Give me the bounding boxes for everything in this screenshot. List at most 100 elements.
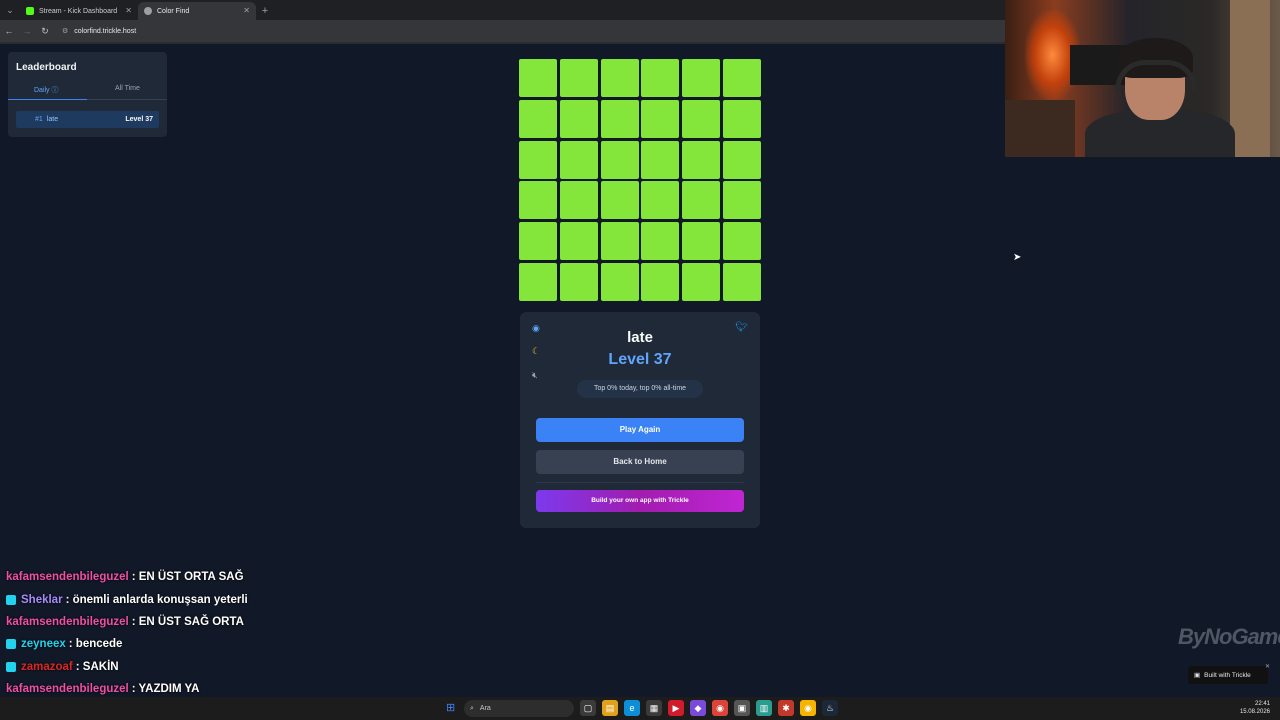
player-level: Level 37 (125, 116, 153, 123)
color-tile[interactable] (559, 262, 598, 301)
color-tile[interactable] (519, 262, 557, 301)
color-tile[interactable] (682, 59, 721, 97)
color-tile[interactable] (519, 59, 557, 97)
color-tile[interactable] (519, 222, 557, 261)
color-tile[interactable] (519, 140, 557, 179)
steam-icon[interactable]: ♨ (822, 700, 838, 716)
search-placeholder: Ara (479, 705, 491, 712)
build-app-button[interactable]: Build your own app with Trickle (536, 490, 744, 512)
color-tile[interactable] (519, 99, 557, 138)
built-with-trickle-badge[interactable]: ▣ Built with Trickle ✕ (1188, 663, 1270, 684)
color-tile[interactable] (641, 222, 680, 261)
close-tab-icon[interactable]: ✕ (243, 6, 250, 15)
webcam-overlay (1005, 0, 1280, 157)
color-tile[interactable] (559, 181, 598, 220)
chat-username[interactable]: kafamsendenbileguzel (6, 616, 129, 628)
color-tile[interactable] (682, 140, 721, 179)
color-tile[interactable] (682, 262, 721, 301)
file-explorer-icon[interactable]: ▤ (602, 700, 618, 716)
color-tile[interactable] (722, 140, 761, 179)
play-again-button[interactable]: Play Again (536, 418, 744, 442)
chrome-icon[interactable]: ◉ (712, 700, 728, 716)
built-with-label: Built with Trickle (1204, 671, 1251, 679)
color-tile[interactable] (641, 262, 680, 301)
color-tile[interactable] (600, 262, 639, 301)
color-tile[interactable] (559, 222, 598, 261)
rank: #1 (35, 116, 43, 123)
mute-icon[interactable]: 🔇︎ (532, 370, 538, 381)
chat-username[interactable]: Sheklar (21, 594, 63, 606)
back-to-home-button[interactable]: Back to Home (536, 450, 744, 474)
divider (0, 42, 1005, 44)
back-arrow-icon[interactable]: ← (0, 26, 18, 36)
leaderboard-title: Leaderboard (16, 62, 77, 73)
color-tile[interactable] (722, 99, 761, 138)
divider (536, 482, 744, 483)
tab-color-find[interactable]: Color Find ✕ (138, 2, 256, 20)
color-tile[interactable] (600, 140, 639, 179)
clock-time: 22:41 (1254, 701, 1270, 707)
chat-username[interactable]: kafamsendenbileguzel (6, 571, 129, 583)
app-icon[interactable]: ▥ (756, 700, 772, 716)
color-tile[interactable] (722, 59, 761, 97)
color-tile[interactable] (600, 222, 639, 261)
chat-message: zeyneex: bencede (6, 633, 486, 655)
media-icon[interactable]: ▶ (668, 700, 684, 716)
color-tile[interactable] (722, 181, 761, 220)
color-tile[interactable] (641, 99, 680, 138)
tab-search-icon[interactable]: ⌄ (0, 0, 20, 20)
color-tile[interactable] (682, 99, 721, 138)
color-tile[interactable] (682, 222, 721, 261)
leaderboard-row[interactable]: #1 late Level 37 (16, 111, 159, 128)
forward-arrow-icon[interactable]: → (18, 26, 36, 36)
url-field[interactable]: ⚙ colorfind.trickle.host (62, 27, 136, 36)
app-icon[interactable]: ✱ (778, 700, 794, 716)
chat-username[interactable]: zeyneex (21, 638, 66, 650)
new-tab-plus-icon[interactable]: + (256, 2, 274, 20)
color-tile[interactable] (641, 181, 680, 220)
webcam-door (1230, 0, 1270, 157)
tab-title: Stream - Kick Dashboard (39, 7, 118, 15)
chat-username[interactable]: kafamsendenbileguzel (6, 683, 129, 695)
tab-daily[interactable]: Daily ⓘ (34, 85, 59, 95)
color-tile[interactable] (559, 99, 598, 138)
close-icon[interactable]: ✕ (1265, 663, 1270, 670)
color-tile[interactable] (641, 59, 680, 97)
windows-taskbar: ⊞ ⌕ Ara ▢ ▤ e ▦ ▶ ◆ ◉ ▣ ▥ ✱ ◉ ♨ 22:41 15… (0, 697, 1280, 720)
color-tile[interactable] (722, 262, 761, 301)
chat-username[interactable]: zamazoaf (21, 661, 73, 673)
chrome-icon[interactable]: ◉ (800, 700, 816, 716)
system-clock[interactable]: 22:41 15.08.2026 (1240, 700, 1270, 716)
close-tab-icon[interactable]: ✕ (125, 6, 132, 15)
app-icon[interactable]: ▣ (734, 700, 750, 716)
color-tile[interactable] (600, 59, 639, 97)
color-tile[interactable] (559, 59, 598, 97)
color-tile[interactable] (641, 140, 680, 179)
globe-favicon-icon (144, 7, 152, 15)
color-tile[interactable] (722, 222, 761, 261)
chat-message: Sheklar: önemli anlarda konuşsan yeterli (6, 588, 486, 610)
task-view-icon[interactable]: ▢ (580, 700, 596, 716)
app-icon[interactable]: ◆ (690, 700, 706, 716)
result-card: ◉ ☾ 🔇︎ 🐦︎ late Level 37 Top 0% today, to… (520, 312, 760, 528)
store-icon[interactable]: ▦ (646, 700, 662, 716)
channel-watermark: ByNoGame (1178, 624, 1280, 649)
color-tile[interactable] (600, 181, 639, 220)
site-info-icon[interactable]: ⚙ (62, 27, 68, 35)
color-tile[interactable] (600, 99, 639, 138)
leaderboard-panel: Leaderboard Daily ⓘ All Time #1 late Lev… (8, 52, 167, 137)
chat-badge-icon (6, 639, 16, 650)
taskbar-search[interactable]: ⌕ Ara (464, 700, 574, 717)
tab-kick-dashboard[interactable]: Stream - Kick Dashboard ✕ (20, 2, 138, 20)
tab-title: Color Find (157, 7, 190, 15)
color-tile[interactable] (519, 181, 557, 220)
color-tile[interactable] (682, 181, 721, 220)
color-tile[interactable] (559, 140, 598, 179)
percentile-badge: Top 0% today, top 0% all-time (577, 380, 703, 398)
reload-icon[interactable]: ↻ (36, 26, 54, 37)
chat-message: zamazoaf: SAKİN (6, 656, 486, 678)
windows-start-icon[interactable]: ⊞ (446, 702, 458, 714)
edge-icon[interactable]: e (624, 700, 640, 716)
tab-all-time[interactable]: All Time (115, 85, 140, 92)
player-name: late (627, 329, 653, 346)
